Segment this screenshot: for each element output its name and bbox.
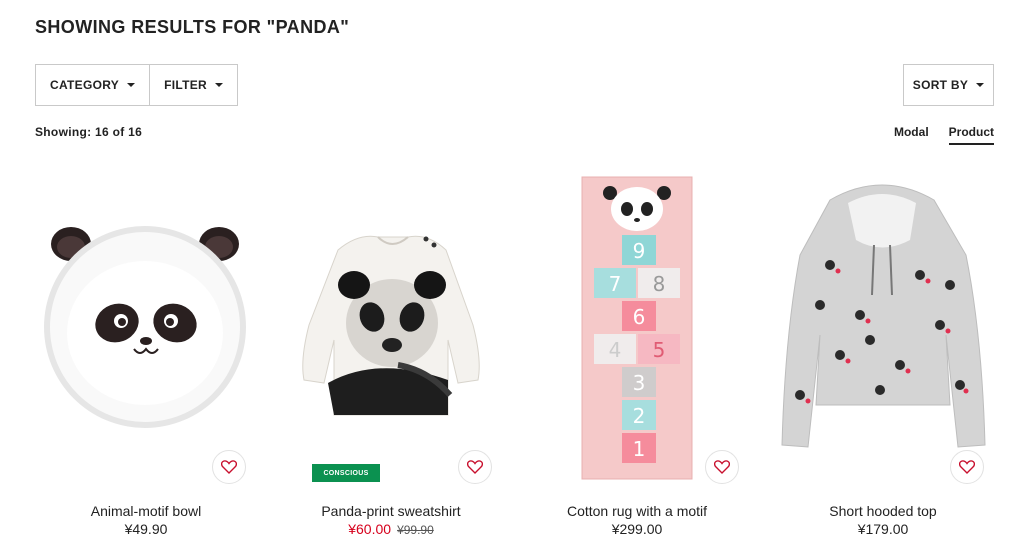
product-card[interactable]: Short hooded top ¥179.00: [760, 165, 1006, 547]
svg-text:4: 4: [609, 338, 622, 362]
sale-price: ¥60.00: [348, 521, 392, 537]
panda-hopscotch-rug-image[interactable]: 9 7 8 6 4 5 3 2 1: [514, 165, 760, 485]
heart-icon: [467, 460, 483, 474]
heart-icon: [221, 460, 237, 474]
favorite-button[interactable]: [950, 450, 984, 484]
svg-text:3: 3: [633, 371, 646, 395]
filter-label: FILTER: [164, 78, 207, 92]
view-option-modal[interactable]: Modal: [894, 125, 929, 145]
filter-group: CATEGORY FILTER: [35, 64, 238, 106]
filter-dropdown[interactable]: FILTER: [149, 65, 237, 105]
sort-label: SORT BY: [912, 78, 969, 92]
original-price: ¥99.90: [397, 523, 434, 537]
caret-down-icon: [976, 83, 985, 87]
view-toggle: Modal Product: [894, 125, 994, 145]
favorite-button[interactable]: [705, 450, 739, 484]
svg-text:6: 6: [633, 305, 646, 329]
product-name[interactable]: Short hooded top: [760, 503, 1006, 519]
product-price: ¥60.00 ¥99.90: [268, 521, 514, 537]
product-price: ¥179.00: [857, 521, 909, 537]
favorite-button[interactable]: [212, 450, 246, 484]
svg-text:2: 2: [633, 404, 646, 428]
product-price: ¥299.00: [611, 521, 663, 537]
sort-dropdown[interactable]: SORT BY: [903, 64, 994, 106]
caret-down-icon: [127, 83, 136, 87]
product-name[interactable]: Animal-motif bowl: [23, 503, 269, 519]
caret-down-icon: [214, 83, 223, 87]
favorite-button[interactable]: [458, 450, 492, 484]
results-count: Showing: 16 of 16: [35, 125, 143, 139]
product-card[interactable]: 9 7 8 6 4 5 3 2 1 Cotton rug with a moti…: [514, 165, 760, 547]
conscious-badge: CONSCIOUS: [312, 464, 380, 482]
product-price: ¥49.90: [124, 521, 168, 537]
product-card[interactable]: CONSCIOUS Panda-print sweatshirt ¥60.00 ¥…: [268, 165, 514, 547]
product-name[interactable]: Cotton rug with a motif: [514, 503, 760, 519]
heart-icon: [714, 460, 730, 474]
svg-text:9: 9: [633, 239, 646, 263]
category-label: CATEGORY: [50, 78, 120, 92]
svg-text:7: 7: [609, 272, 622, 296]
view-option-product[interactable]: Product: [948, 125, 994, 145]
svg-text:1: 1: [633, 437, 646, 461]
panda-hoodie-image[interactable]: [760, 165, 1006, 485]
heart-icon: [959, 460, 975, 474]
svg-text:5: 5: [653, 338, 666, 362]
panda-sweatshirt-image[interactable]: [268, 165, 514, 485]
product-card[interactable]: Animal-motif bowl ¥49.90: [23, 165, 269, 547]
product-name[interactable]: Panda-print sweatshirt: [268, 503, 514, 519]
svg-text:8: 8: [653, 272, 666, 296]
category-dropdown[interactable]: CATEGORY: [36, 65, 150, 105]
panda-bowl-image[interactable]: [23, 165, 269, 485]
page-title: SHOWING RESULTS FOR "PANDA": [35, 17, 350, 37]
